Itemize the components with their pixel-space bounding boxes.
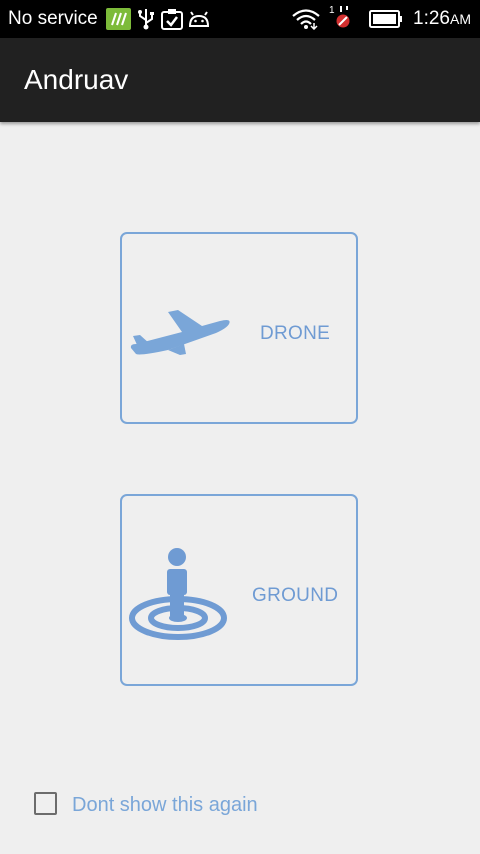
usb-icon: [137, 8, 155, 35]
clock-ampm: AM: [450, 11, 471, 27]
status-bar: No service 1 1:26AM: [0, 0, 480, 38]
sim-blocked-icon: 1: [328, 4, 354, 35]
drone-label: DRONE: [260, 323, 331, 344]
battery-icon: [369, 10, 403, 33]
dont-show-again-checkbox[interactable]: [34, 792, 57, 815]
clock-time: 1:26: [413, 8, 450, 29]
ground-label: GROUND: [252, 585, 339, 606]
ground-unit-icon: [128, 546, 228, 647]
app-notification-icon: [106, 8, 131, 35]
dont-show-again-label[interactable]: Dont show this again: [72, 794, 258, 817]
clock: 1:26AM: [413, 8, 471, 30]
carrier-text: No service: [8, 8, 98, 29]
wifi-icon: [291, 8, 321, 35]
android-debug-icon: [187, 8, 211, 35]
airplane-icon: [128, 306, 232, 363]
clipboard-check-icon: [161, 8, 183, 35]
drone-button[interactable]: DRONE: [120, 232, 358, 424]
app-title: Andruav: [24, 64, 129, 95]
sim-badge: 1: [329, 5, 335, 16]
action-bar: Andruav: [0, 38, 480, 122]
ground-button[interactable]: GROUND: [120, 494, 358, 686]
